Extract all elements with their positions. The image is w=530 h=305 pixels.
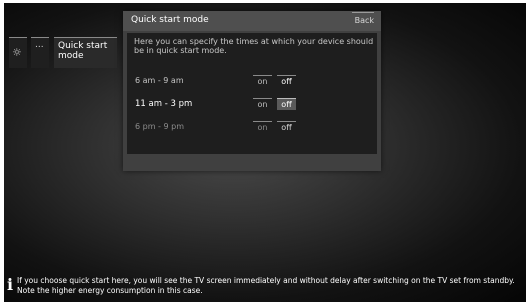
panel-header: Quick start mode Back [123,11,381,31]
tv-screen: ☼ ... Quick start mode Quick start mode … [4,3,526,302]
time-slot-2-on-option[interactable]: on [253,98,272,110]
info-text: If you choose quick start here, you will… [17,276,515,295]
more-tile[interactable]: ... [31,37,49,68]
time-slot-label-3: 6 pm - 9 pm [135,122,184,131]
time-slot-1-off-option[interactable]: off [277,75,296,87]
quick-start-panel: Quick start mode Back Here you can speci… [123,11,381,171]
time-slot-label-2: 11 am - 3 pm [135,99,193,109]
more-label: ... [35,40,44,50]
gear-icon: ☼ [12,46,22,59]
panel-title: Quick start mode [131,15,209,25]
settings-tile[interactable]: ☼ [9,37,27,68]
info-bar: i If you choose quick start here, you wi… [4,273,526,302]
quick-start-tile-label: Quick start mode [58,41,108,61]
time-slot-1-on-option[interactable]: on [253,75,272,87]
info-icon: i [7,275,14,294]
panel-body: Here you can specify the times at which … [127,33,377,154]
time-slot-3-off-option[interactable]: off [277,121,296,133]
time-slot-3-on-option[interactable]: on [253,121,272,133]
time-slot-2-off-option[interactable]: off [277,98,296,110]
panel-description: Here you can specify the times at which … [134,37,374,55]
time-slot-label-1: 6 am - 9 am [135,76,184,85]
quick-start-tile[interactable]: Quick start mode [54,37,117,68]
back-button[interactable]: Back [352,12,374,25]
